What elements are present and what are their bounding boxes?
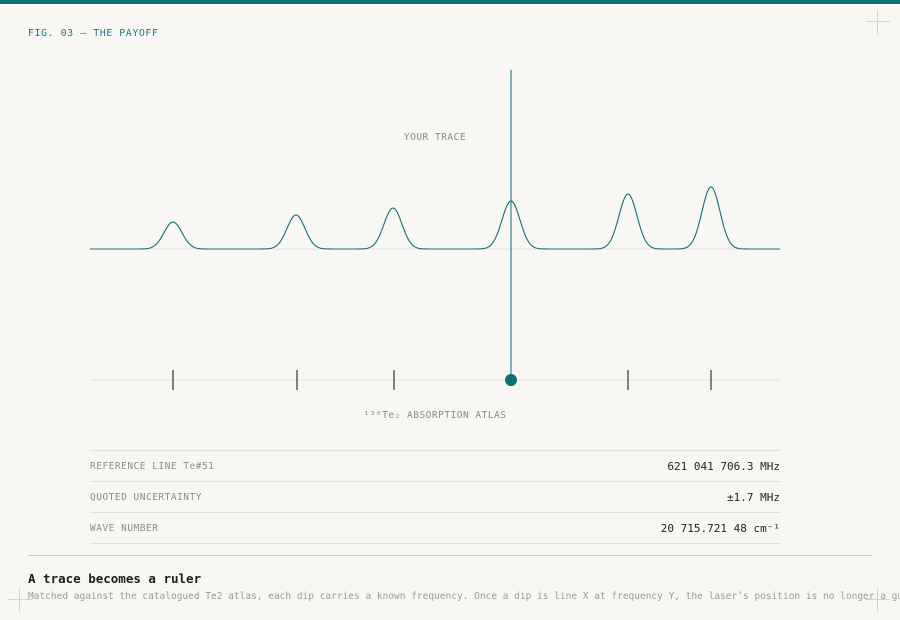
wave-number-label: WAVE NUMBER — [90, 522, 159, 534]
selected-atlas-line-dot[interactable] — [505, 374, 517, 386]
section-divider — [28, 555, 872, 556]
reference-table: REFERENCE LINE Te#51 621 041 706.3 MHz Q… — [90, 450, 780, 544]
uncertainty-value: ±1.7 MHz — [727, 490, 780, 504]
wave-number-value: 20 715.721 48 cm⁻¹ — [660, 521, 780, 535]
trace-diagram: YOUR TRACE ¹³⁰Te₂ ABSORPTION ATLAS — [90, 70, 780, 421]
trace-curve — [90, 186, 780, 250]
section-heading: A trace becomes a ruler — [28, 571, 202, 586]
atlas-label: ¹³⁰Te₂ ABSORPTION ATLAS — [363, 410, 506, 421]
uncertainty-label: QUOTED UNCERTAINTY — [90, 491, 202, 503]
section-body: Matched against the catalogued Te2 atlas… — [28, 591, 900, 602]
table-row: REFERENCE LINE Te#51 621 041 706.3 MHz — [90, 451, 780, 482]
reference-line-value: 621 041 706.3 MHz — [667, 459, 780, 473]
reference-line-label: REFERENCE LINE Te#51 — [90, 460, 215, 472]
trace-label: YOUR TRACE — [404, 132, 466, 143]
table-row: QUOTED UNCERTAINTY ±1.7 MHz — [90, 482, 780, 513]
table-row: WAVE NUMBER 20 715.721 48 cm⁻¹ — [90, 513, 780, 544]
